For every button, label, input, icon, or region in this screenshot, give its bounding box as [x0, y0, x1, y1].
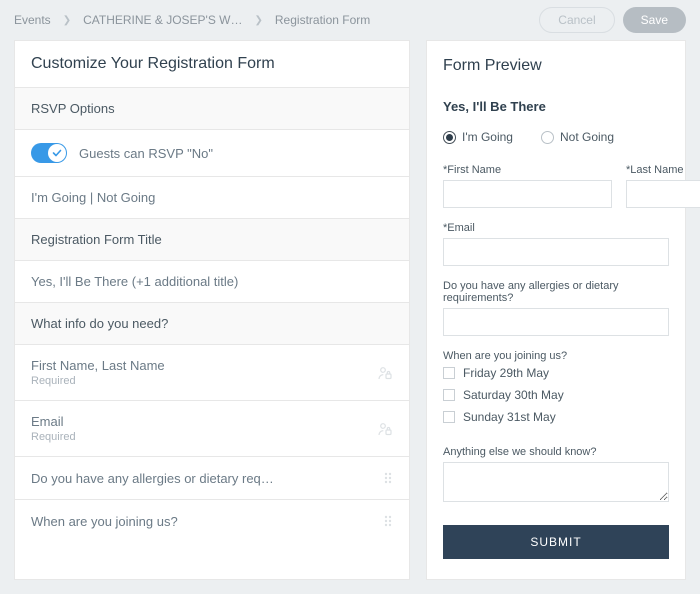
checkbox-saturday[interactable]: Saturday 30th May — [443, 388, 669, 402]
field-row-allergies[interactable]: Do you have any allergies or dietary req… — [15, 457, 409, 500]
radio-label: I'm Going — [462, 130, 513, 144]
drag-handle-icon[interactable] — [383, 470, 393, 486]
rsvp-no-toggle[interactable] — [31, 143, 67, 163]
checkbox-label: Friday 29th May — [463, 366, 549, 380]
last-name-label: *Last Name — [626, 164, 700, 176]
submit-button[interactable]: SUBMIT — [443, 525, 669, 559]
radio-icon — [541, 131, 554, 144]
save-button[interactable]: Save — [623, 7, 686, 33]
status-labels-value: I'm Going | Not Going — [31, 190, 155, 205]
breadcrumb-events[interactable]: Events — [14, 13, 51, 27]
field-label: Email — [31, 414, 76, 429]
checkbox-friday[interactable]: Friday 29th May — [443, 366, 669, 380]
checkbox-label: Saturday 30th May — [463, 388, 564, 402]
anything-label: Anything else we should know? — [443, 446, 669, 458]
breadcrumb-event-name[interactable]: CATHERINE & JOSEP'S W… — [83, 13, 242, 27]
allergies-label: Do you have any allergies or dietary req… — [443, 280, 669, 304]
status-labels-row[interactable]: I'm Going | Not Going — [15, 177, 409, 219]
chevron-right-icon: ❯ — [63, 15, 71, 26]
field-label: When are you joining us? — [31, 514, 178, 529]
checkbox-icon — [443, 367, 455, 379]
email-label: *Email — [443, 222, 669, 234]
preview-panel: Form Preview Yes, I'll Be There I'm Goin… — [426, 40, 686, 580]
allergies-input[interactable] — [443, 308, 669, 336]
email-input[interactable] — [443, 238, 669, 266]
field-row-joining[interactable]: When are you joining us? — [15, 500, 409, 542]
breadcrumb: Events ❯ CATHERINE & JOSEP'S W… ❯ Regist… — [14, 13, 370, 27]
field-label: First Name, Last Name — [31, 358, 165, 373]
section-form-title: Registration Form Title — [15, 219, 409, 261]
person-lock-icon — [377, 421, 393, 437]
form-title-row[interactable]: Yes, I'll Be There (+1 additional title) — [15, 261, 409, 303]
radio-icon — [443, 131, 456, 144]
radio-going[interactable]: I'm Going — [443, 130, 513, 144]
rsvp-toggle-row: Guests can RSVP "No" — [15, 130, 409, 177]
check-icon — [48, 144, 66, 162]
joining-label: When are you joining us? — [443, 350, 669, 362]
form-title-value: Yes, I'll Be There (+1 additional title) — [31, 274, 238, 289]
checkbox-icon — [443, 389, 455, 401]
checkbox-icon — [443, 411, 455, 423]
last-name-input[interactable] — [626, 180, 700, 208]
first-name-input[interactable] — [443, 180, 612, 208]
editor-panel: Customize Your Registration Form RSVP Op… — [14, 40, 410, 580]
person-lock-icon — [377, 365, 393, 381]
chevron-right-icon: ❯ — [255, 15, 263, 26]
section-rsvp-options: RSVP Options — [15, 88, 409, 130]
preview-status-heading: Yes, I'll Be There — [443, 99, 669, 114]
radio-not-going[interactable]: Not Going — [541, 130, 614, 144]
preview-heading: Form Preview — [443, 57, 669, 75]
radio-label: Not Going — [560, 130, 614, 144]
field-sublabel: Required — [31, 375, 165, 387]
checkbox-label: Sunday 31st May — [463, 410, 556, 424]
cancel-button[interactable]: Cancel — [539, 7, 614, 33]
field-row-first-last-name[interactable]: First Name, Last Name Required — [15, 345, 409, 401]
topbar: Events ❯ CATHERINE & JOSEP'S W… ❯ Regist… — [0, 0, 700, 40]
section-info-needed: What info do you need? — [15, 303, 409, 345]
drag-handle-icon[interactable] — [383, 513, 393, 529]
checkbox-sunday[interactable]: Sunday 31st May — [443, 410, 669, 424]
anything-textarea[interactable] — [443, 462, 669, 502]
first-name-label: *First Name — [443, 164, 612, 176]
field-sublabel: Required — [31, 431, 76, 443]
rsvp-radio-group: I'm Going Not Going — [443, 130, 669, 144]
rsvp-toggle-label: Guests can RSVP "No" — [79, 146, 213, 161]
breadcrumb-current: Registration Form — [275, 13, 370, 27]
page-title: Customize Your Registration Form — [15, 41, 409, 88]
field-row-email[interactable]: Email Required — [15, 401, 409, 457]
field-label: Do you have any allergies or dietary req… — [31, 471, 274, 486]
